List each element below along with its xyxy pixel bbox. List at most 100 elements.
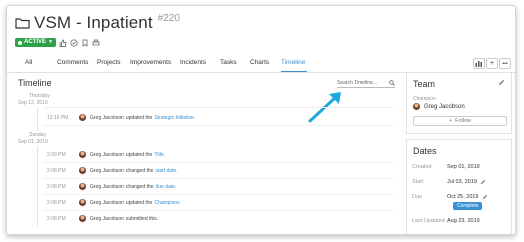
timeline-entry: 2:08 PM Greg Jacobson changed the due da…	[47, 182, 176, 191]
thumbs-up-icon[interactable]	[59, 39, 67, 47]
date-value: Oct 25, 2019	[447, 194, 479, 200]
due-date-group: Oct 25, 2019	[447, 194, 488, 200]
timeline-entry: 2:08 PM Greg Jacobson submitted this.	[47, 214, 158, 223]
timeline-heading: Timeline	[18, 78, 52, 88]
champion-name[interactable]: Greg Jacobson	[424, 104, 465, 110]
date-value: Jul 03, 2019	[447, 179, 477, 185]
pencil-icon[interactable]	[482, 194, 488, 200]
date-value: Aug 23, 2019	[447, 218, 480, 224]
avatar	[413, 103, 420, 110]
tab-incidents[interactable]: Incidents	[180, 59, 206, 66]
entry-target[interactable]: Title.	[154, 152, 165, 158]
date-label: Created	[412, 164, 432, 170]
divider	[43, 194, 393, 195]
dates-title: Dates	[413, 146, 437, 156]
entry-action: updated the	[125, 151, 153, 158]
timeline-entry: 2:09 PM Greg Jacobson updated the Title.	[47, 150, 165, 159]
timeline-entry: 2:08 PM Greg Jacobson changed the start …	[47, 166, 178, 175]
entry-action: updated the	[125, 199, 153, 206]
entry-action: updated the	[125, 114, 153, 121]
status-label: ACTIVE	[24, 39, 47, 45]
toolbar: + •••	[473, 58, 511, 69]
entry-user[interactable]: Greg Jacobson	[90, 168, 124, 174]
team-panel: Team Champion Greg Jacobson + Follow	[406, 72, 512, 134]
day-date: Sep 01, 2019	[18, 139, 48, 145]
entry-time: 12:16 PM	[47, 114, 69, 121]
divider	[43, 162, 393, 163]
tab-all[interactable]: All	[25, 59, 32, 66]
follow-label: Follow	[455, 118, 472, 124]
entry-time: 2:09 PM	[47, 151, 66, 158]
chevron-down-icon: ▼	[48, 39, 53, 45]
divider	[43, 107, 393, 108]
avatar	[79, 151, 86, 158]
entry-user[interactable]: Greg Jacobson	[90, 184, 124, 190]
entry-target[interactable]: Strategic Initiative.	[154, 115, 195, 121]
date-row-last-updated: Last Updated Aug 23, 2019	[412, 218, 480, 224]
more-button[interactable]: •••	[499, 58, 511, 69]
tab-comments[interactable]: Comments	[57, 59, 88, 66]
day-weekday: Sunday	[29, 132, 46, 138]
date-label: Last Updated	[412, 218, 445, 224]
entry-target[interactable]: due date.	[155, 184, 176, 190]
tab-charts[interactable]: Charts	[250, 59, 269, 66]
timeline-search-input[interactable]: Search Timeline...	[337, 78, 395, 88]
avatar	[79, 167, 86, 174]
bookmark-icon[interactable]	[81, 39, 89, 47]
pencil-icon[interactable]	[498, 79, 505, 86]
entry-user[interactable]: Greg Jacobson	[90, 216, 124, 222]
add-button[interactable]: +	[486, 58, 498, 69]
entry-time: 2:08 PM	[47, 215, 66, 222]
tab-timeline[interactable]: Timeline	[281, 59, 305, 66]
entry-action: submitted this.	[125, 215, 159, 222]
status-row: ACTIVE ▼	[15, 37, 100, 48]
divider	[43, 210, 393, 211]
divider	[43, 178, 393, 179]
date-label: Due	[412, 194, 423, 200]
entry-action: changed the	[125, 167, 154, 174]
divider	[43, 125, 393, 126]
entry-action: changed the	[125, 183, 154, 190]
timeline-entry: 2:08 PM Greg Jacobson updated the Champi…	[47, 198, 181, 207]
print-icon[interactable]	[92, 39, 100, 47]
entry-time: 2:08 PM	[47, 167, 66, 174]
tab-projects[interactable]: Projects	[97, 59, 120, 66]
entry-user[interactable]: Greg Jacobson	[90, 200, 124, 206]
champion-row: Greg Jacobson	[413, 103, 465, 110]
folder-icon	[15, 18, 30, 29]
team-title: Team	[413, 79, 436, 89]
tab-improvements[interactable]: Improvements	[130, 59, 171, 66]
check-circle-icon[interactable]	[70, 38, 78, 47]
day-date: Sep 12, 2019	[18, 100, 48, 106]
page-header: VSM - Inpatient #220	[15, 13, 180, 33]
bar-chart-icon	[475, 61, 482, 67]
chart-button[interactable]	[473, 58, 485, 69]
entry-target[interactable]: start date.	[155, 168, 177, 174]
date-label: Start	[412, 179, 424, 185]
page-title: VSM - Inpatient	[34, 13, 153, 32]
entry-target[interactable]: Champions.	[154, 200, 181, 206]
pencil-icon[interactable]	[480, 179, 486, 185]
avatar	[79, 215, 86, 222]
follow-button[interactable]: + Follow	[413, 116, 507, 126]
timeline-line	[37, 146, 38, 226]
status-badge[interactable]: ACTIVE ▼	[15, 38, 56, 47]
entry-user[interactable]: Greg Jacobson	[90, 115, 124, 121]
tab-tasks[interactable]: Tasks	[220, 59, 237, 66]
start-date-group: Jul 03, 2019	[447, 179, 486, 185]
complete-button[interactable]: Complete	[453, 202, 483, 210]
champion-label: Champion	[413, 96, 436, 102]
active-tab-indicator	[281, 71, 307, 72]
date-row-due: Due Oct 25, 2019	[412, 194, 488, 200]
ticket-number: #220	[157, 12, 180, 24]
annotation-arrow-icon	[308, 92, 341, 123]
avatar	[79, 114, 86, 121]
avatar	[79, 199, 86, 206]
tab-bar: All Comments Projects Improvements Incid…	[7, 56, 515, 73]
search-icon[interactable]	[389, 79, 395, 86]
app-window: VSM - Inpatient #220 ACTIVE ▼ All Commen…	[6, 5, 516, 235]
avatar	[79, 183, 86, 190]
entry-user[interactable]: Greg Jacobson	[90, 152, 124, 158]
date-row-start: Start Jul 03, 2019	[412, 179, 486, 185]
timeline-line	[37, 107, 38, 131]
